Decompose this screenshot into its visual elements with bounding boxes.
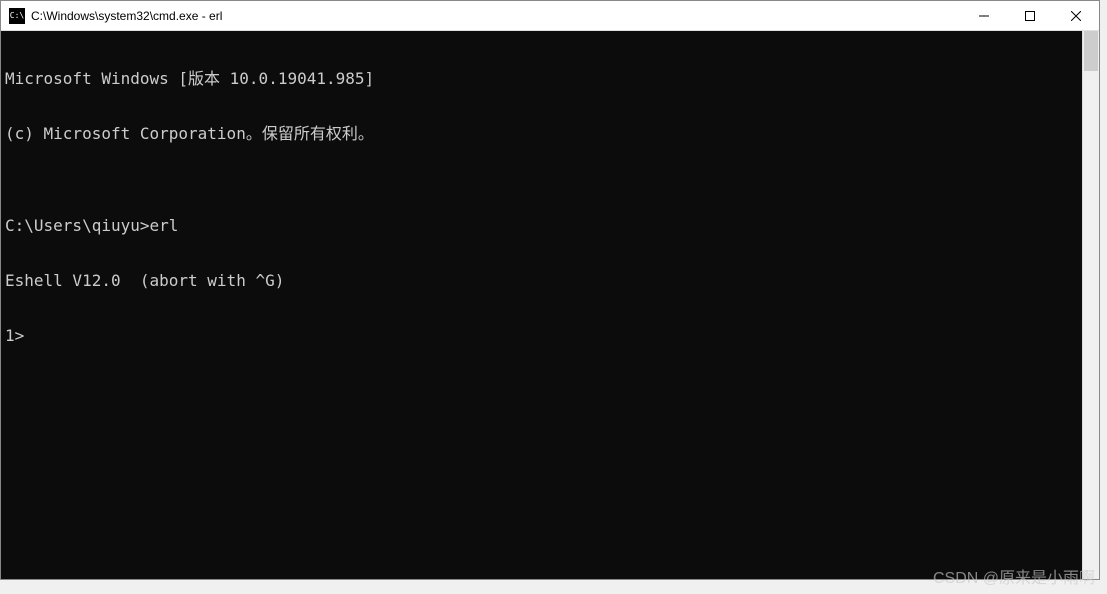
scrollbar-thumb[interactable] (1084, 31, 1098, 71)
vertical-scrollbar[interactable] (1082, 31, 1099, 579)
window-controls (961, 1, 1099, 30)
terminal-line: Microsoft Windows [版本 10.0.19041.985] (5, 70, 1078, 88)
terminal-line: (c) Microsoft Corporation。保留所有权利。 (5, 125, 1078, 143)
titlebar[interactable]: C:\ C:\Windows\system32\cmd.exe - erl (1, 1, 1099, 31)
maximize-icon (1025, 11, 1035, 21)
cmd-icon: C:\ (9, 8, 25, 24)
content-area: Microsoft Windows [版本 10.0.19041.985] (c… (1, 31, 1099, 579)
terminal-prompt: 1> (5, 327, 1078, 345)
terminal-line: C:\Users\qiuyu>erl (5, 217, 1078, 235)
close-icon (1071, 11, 1081, 21)
cmd-window: C:\ C:\Windows\system32\cmd.exe - erl Mi… (0, 0, 1100, 580)
terminal-output[interactable]: Microsoft Windows [版本 10.0.19041.985] (c… (1, 31, 1082, 579)
minimize-icon (979, 11, 989, 21)
terminal-line: Eshell V12.0 (abort with ^G) (5, 272, 1078, 290)
minimize-button[interactable] (961, 1, 1007, 30)
maximize-button[interactable] (1007, 1, 1053, 30)
close-button[interactable] (1053, 1, 1099, 30)
window-title: C:\Windows\system32\cmd.exe - erl (31, 9, 961, 23)
